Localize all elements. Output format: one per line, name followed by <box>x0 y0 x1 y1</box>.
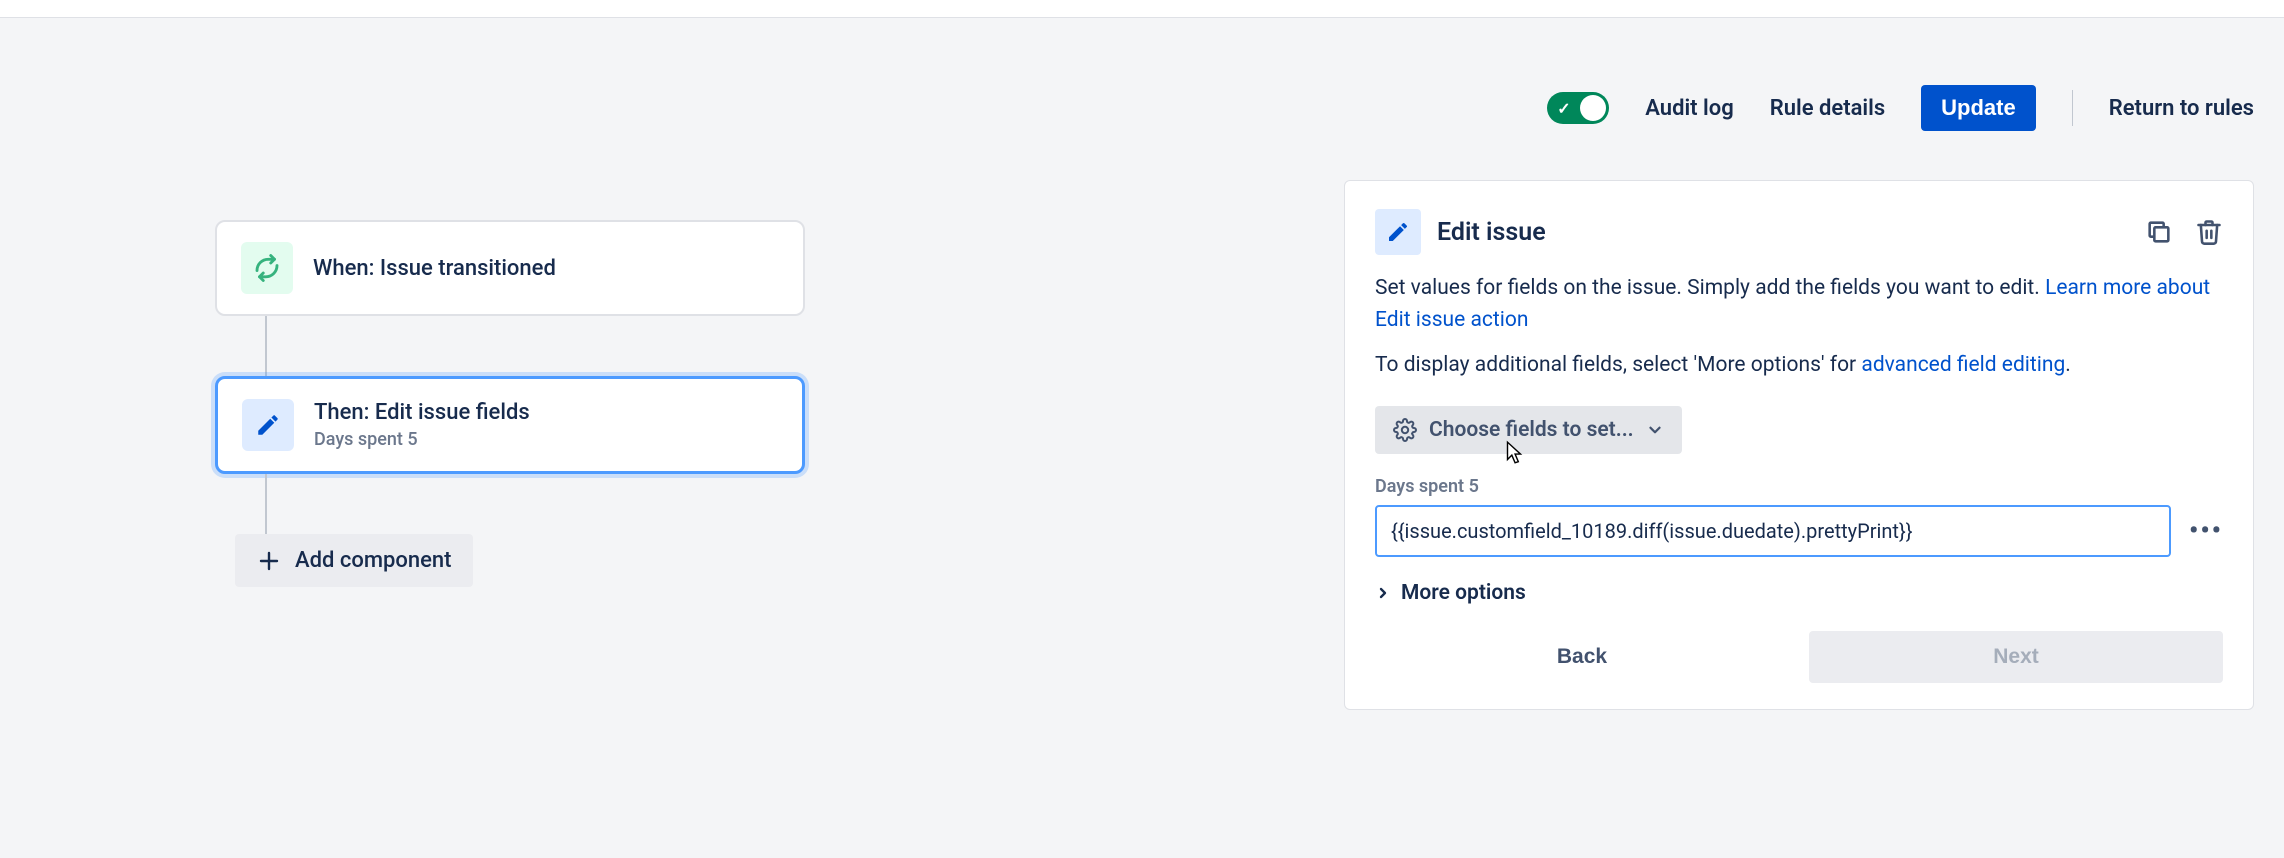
return-to-rules-link[interactable]: Return to rules <box>2109 96 2254 121</box>
action-subtitle: Days spent 5 <box>314 429 530 450</box>
gear-icon <box>1393 418 1417 442</box>
rule-enabled-toggle[interactable]: ✓ <box>1547 92 1609 124</box>
panel-title: Edit issue <box>1437 218 1546 247</box>
connector-line <box>265 316 267 376</box>
choose-fields-dropdown[interactable]: Choose fields to set... <box>1375 406 1682 454</box>
connector-line <box>265 474 267 534</box>
divider <box>2072 90 2073 126</box>
cursor-icon <box>1503 440 1525 466</box>
more-options-toggle[interactable]: More options <box>1375 581 2223 605</box>
next-button: Next <box>1809 631 2223 683</box>
pencil-icon <box>1375 209 1421 255</box>
edit-issue-panel: Edit issue Set values for fields on the … <box>1344 180 2254 710</box>
action-node-edit-issue[interactable]: Then: Edit issue fields Days spent 5 <box>215 376 805 474</box>
add-component-label: Add component <box>295 548 451 573</box>
copy-icon[interactable] <box>2145 218 2173 246</box>
top-app-bar <box>0 0 2284 18</box>
rule-action-bar: ✓ Audit log Rule details Update Return t… <box>1547 85 2254 131</box>
rule-details-link[interactable]: Rule details <box>1770 96 1885 121</box>
check-icon: ✓ <box>1557 99 1570 118</box>
field-label-days-spent: Days spent 5 <box>1375 476 2223 497</box>
trash-icon[interactable] <box>2195 218 2223 246</box>
choose-fields-label: Choose fields to set... <box>1429 418 1634 442</box>
transition-icon <box>241 242 293 294</box>
back-button[interactable]: Back <box>1375 631 1789 683</box>
trigger-title: When: Issue transitioned <box>313 256 556 281</box>
panel-description-1: Set values for fields on the issue. Simp… <box>1375 273 2223 336</box>
more-options-label: More options <box>1401 581 1526 605</box>
panel-header: Edit issue <box>1375 209 2223 255</box>
chevron-right-icon <box>1375 585 1391 601</box>
update-button[interactable]: Update <box>1921 85 2036 131</box>
automation-flow-canvas: When: Issue transitioned Then: Edit issu… <box>215 220 815 587</box>
toggle-knob <box>1580 95 1606 121</box>
advanced-field-editing-link[interactable]: advanced field editing <box>1861 353 2065 377</box>
panel-description-2: To display additional fields, select 'Mo… <box>1375 350 2223 382</box>
days-spent-input[interactable] <box>1375 505 2171 557</box>
audit-log-link[interactable]: Audit log <box>1645 96 1733 121</box>
add-component-button[interactable]: Add component <box>235 534 473 587</box>
chevron-down-icon <box>1646 421 1664 439</box>
plus-icon <box>257 549 281 573</box>
field-more-actions[interactable]: ••• <box>2189 516 2223 546</box>
trigger-node[interactable]: When: Issue transitioned <box>215 220 805 316</box>
action-title: Then: Edit issue fields <box>314 400 530 425</box>
pencil-icon <box>242 399 294 451</box>
